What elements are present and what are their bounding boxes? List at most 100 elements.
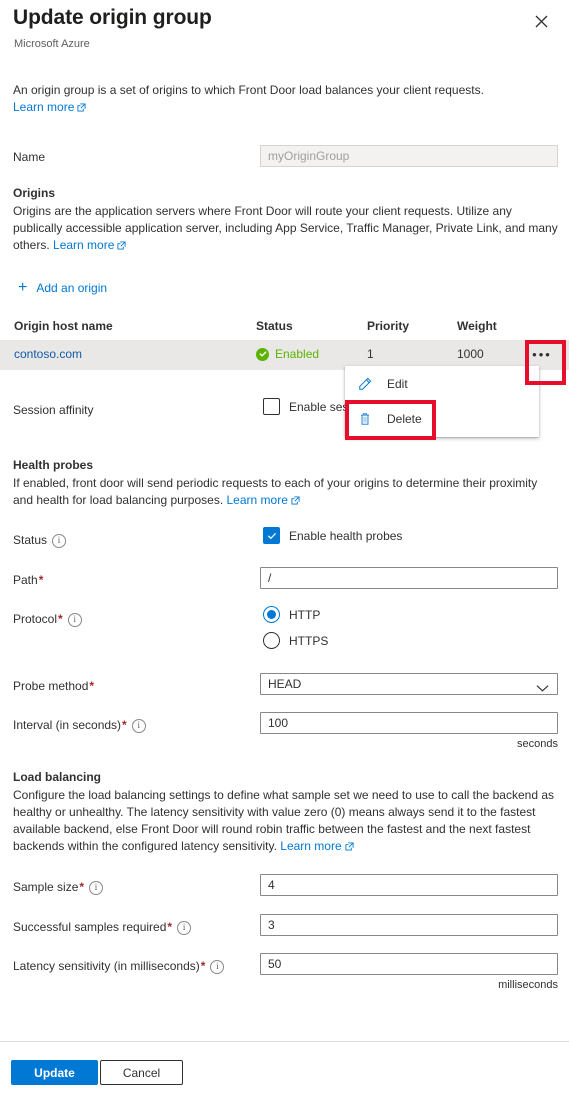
enable-health-probes-checkbox[interactable]: Enable health probes — [263, 527, 402, 544]
successful-samples-label: Successful samples required* i — [13, 919, 192, 935]
protocol-label: Protocol* i — [13, 611, 82, 627]
column-header-host: Origin host name — [14, 319, 113, 333]
required-asterisk: * — [38, 573, 44, 587]
protocol-radio-http[interactable]: HTTP — [263, 606, 320, 623]
external-link-icon — [345, 839, 354, 856]
trash-icon — [358, 412, 374, 426]
latency-sensitivity-label: Latency sensitivity (in milliseconds)* i — [13, 958, 225, 974]
info-icon[interactable]: i — [210, 960, 225, 974]
intro-description: An origin group is a set of origins to w… — [13, 82, 559, 117]
external-link-icon — [291, 493, 300, 510]
info-icon[interactable]: i — [89, 881, 104, 895]
latency-unit-label: milliseconds — [498, 979, 558, 991]
path-label-text: Path — [13, 573, 38, 587]
session-affinity-label: Session affinity — [13, 403, 94, 417]
origins-learn-more-link[interactable]: Learn more — [53, 238, 126, 252]
close-icon[interactable] — [528, 8, 554, 34]
origin-host-link[interactable]: contoso.com — [14, 347, 82, 361]
radio-circle — [263, 632, 280, 649]
intro-text: An origin group is a set of origins to w… — [13, 83, 484, 97]
health-probes-learn-more-label: Learn more — [226, 493, 288, 507]
required-asterisk: * — [200, 959, 206, 973]
checkbox-box — [263, 527, 280, 544]
name-label: Name — [13, 150, 46, 164]
context-menu-item-delete-label: Delete — [387, 411, 422, 426]
cancel-button[interactable]: Cancel — [100, 1060, 183, 1085]
probe-method-label-text: Probe method — [13, 679, 89, 693]
path-label: Path* — [13, 572, 43, 588]
info-icon[interactable]: i — [67, 613, 82, 627]
interval-unit-label: seconds — [517, 738, 558, 750]
origins-description: Origins are the application servers wher… — [13, 203, 559, 255]
check-circle-icon — [256, 347, 269, 361]
status-badge: Enabled — [256, 347, 319, 361]
status-label: Enabled — [275, 347, 320, 361]
health-probe-status-label: Status i — [13, 532, 67, 548]
load-balancing-description: Configure the load balancing settings to… — [13, 787, 561, 856]
protocol-radio-http-label: HTTP — [289, 607, 321, 622]
required-asterisk: * — [89, 679, 95, 693]
checkbox-box — [263, 398, 280, 415]
sample-size-label-text: Sample size — [13, 880, 79, 894]
load-balancing-learn-more-label: Learn more — [280, 839, 342, 853]
origin-priority-value: 1 — [367, 347, 374, 361]
health-probe-status-label-text: Status — [13, 533, 48, 547]
table-header-row: Origin host name Status Priority Weight — [0, 312, 569, 340]
required-asterisk: * — [58, 612, 63, 626]
protocol-label-text: Protocol — [13, 612, 58, 626]
required-asterisk: * — [79, 880, 85, 894]
name-input[interactable] — [260, 145, 558, 167]
origin-context-menu[interactable]: Edit Delete — [345, 366, 539, 437]
origin-weight-value: 1000 — [457, 347, 484, 361]
context-menu-item-edit[interactable]: Edit — [345, 366, 539, 401]
info-icon[interactable]: i — [131, 719, 146, 733]
load-balancing-heading: Load balancing — [13, 770, 102, 784]
required-asterisk: * — [122, 718, 127, 732]
intro-learn-more-link[interactable]: Learn more — [13, 100, 86, 114]
latency-sensitivity-label-text: Latency sensitivity (in milliseconds) — [13, 959, 200, 973]
interval-label: Interval (in seconds)* i — [13, 717, 146, 733]
column-header-priority: Priority — [367, 319, 410, 333]
interval-input[interactable] — [260, 712, 558, 734]
update-button[interactable]: Update — [11, 1060, 98, 1085]
chevron-down-icon — [536, 679, 549, 699]
intro-learn-more-label: Learn more — [13, 100, 75, 114]
external-link-icon — [77, 100, 86, 117]
column-header-status: Status — [256, 319, 293, 333]
origins-table: Origin host name Status Priority Weight … — [0, 312, 569, 370]
page-title: Update origin group — [13, 6, 212, 29]
required-asterisk: * — [167, 920, 173, 934]
probe-method-label: Probe method* — [13, 678, 94, 694]
pencil-icon — [358, 377, 374, 391]
probe-method-select[interactable]: HEAD — [260, 673, 558, 695]
plus-icon: + — [18, 279, 28, 296]
add-origin-label: Add an origin — [36, 281, 108, 295]
health-probes-learn-more-link[interactable]: Learn more — [227, 493, 300, 507]
sample-size-label: Sample size* i — [13, 879, 104, 895]
health-probes-heading: Health probes — [13, 458, 94, 472]
protocol-radio-https[interactable]: HTTPS — [263, 632, 328, 649]
footer-divider — [0, 1041, 569, 1042]
successful-samples-input[interactable] — [260, 914, 558, 936]
column-header-weight: Weight — [457, 319, 497, 333]
probe-method-value: HEAD — [268, 677, 302, 691]
protocol-radio-https-label: HTTPS — [289, 633, 329, 648]
add-origin-button[interactable]: + Add an origin — [18, 279, 108, 296]
page-subtitle: Microsoft Azure — [14, 38, 90, 50]
context-menu-item-delete[interactable]: Delete — [345, 401, 539, 436]
load-balancing-learn-more-link[interactable]: Learn more — [280, 839, 354, 856]
interval-label-text: Interval (in seconds) — [13, 718, 122, 732]
external-link-icon — [117, 238, 126, 255]
path-input[interactable] — [260, 567, 558, 589]
origins-heading: Origins — [13, 186, 56, 200]
origins-learn-more-label: Learn more — [53, 238, 115, 252]
info-icon[interactable]: i — [52, 534, 67, 548]
more-options-icon[interactable]: ••• — [529, 345, 555, 365]
enable-health-probes-label: Enable health probes — [289, 528, 403, 543]
radio-circle — [263, 606, 280, 623]
sample-size-input[interactable] — [260, 874, 558, 896]
health-probes-description: If enabled, front door will send periodi… — [13, 475, 559, 510]
successful-samples-label-text: Successful samples required — [13, 920, 167, 934]
latency-sensitivity-input[interactable] — [260, 953, 558, 975]
info-icon[interactable]: i — [177, 921, 192, 935]
